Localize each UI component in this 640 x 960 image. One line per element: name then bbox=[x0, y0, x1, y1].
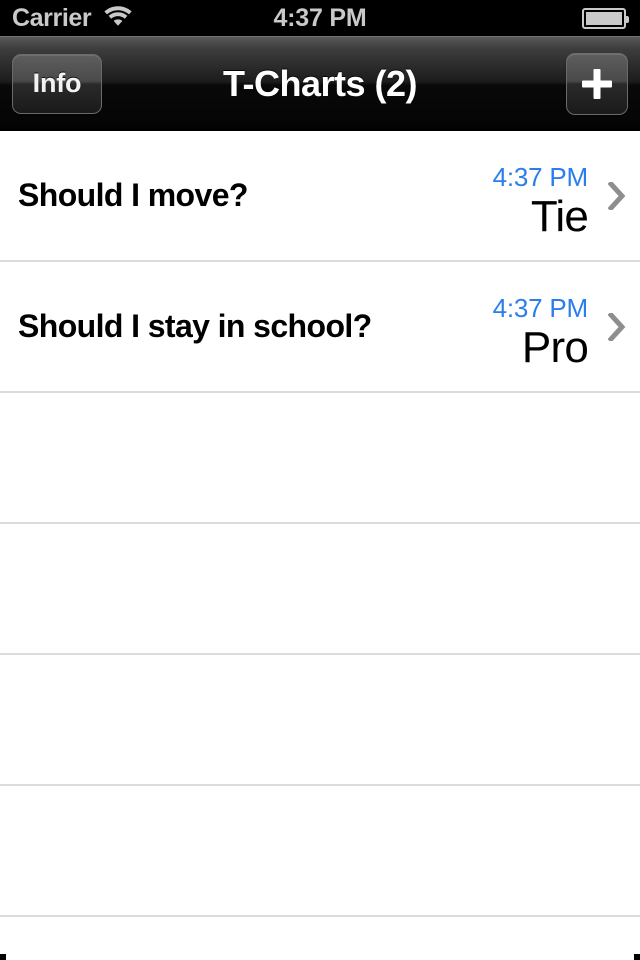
chart-title: Should I move? bbox=[18, 177, 248, 213]
empty-table-row bbox=[0, 786, 640, 917]
status-time: 4:37 PM bbox=[273, 3, 367, 32]
navigation-bar: Info T-Charts (2) bbox=[0, 36, 640, 131]
chart-result: Pro bbox=[521, 323, 589, 373]
chart-title: Should I stay in school? bbox=[18, 308, 372, 344]
app-screen: Carrier 4:37 PM Info T-Charts (2) Should… bbox=[0, 0, 640, 960]
chart-result: Tie bbox=[530, 192, 589, 242]
screen-corner-right bbox=[634, 954, 640, 960]
status-bar-right bbox=[582, 0, 629, 36]
plus-icon bbox=[582, 69, 612, 99]
info-button-label: Info bbox=[32, 68, 82, 98]
battery-fill bbox=[586, 11, 622, 25]
wifi-icon bbox=[103, 5, 133, 32]
carrier-label: Carrier bbox=[12, 3, 92, 32]
chevron-right-icon bbox=[608, 181, 626, 210]
add-chart-button[interactable] bbox=[566, 52, 628, 115]
status-bar-left: Carrier bbox=[0, 5, 133, 32]
status-bar: Carrier 4:37 PM bbox=[0, 0, 640, 36]
chart-timestamp: 4:37 PM bbox=[492, 162, 589, 193]
table-row[interactable]: Should I move? 4:37 PM Tie bbox=[0, 131, 640, 262]
info-button[interactable]: Info bbox=[12, 53, 102, 114]
empty-table-row bbox=[0, 524, 640, 655]
screen-corner-left bbox=[0, 954, 6, 960]
empty-table-row bbox=[0, 917, 640, 960]
empty-table-row bbox=[0, 393, 640, 524]
chart-timestamp: 4:37 PM bbox=[492, 293, 589, 324]
chevron-right-icon bbox=[608, 312, 626, 341]
battery-nub bbox=[626, 15, 629, 23]
empty-table-row bbox=[0, 655, 640, 786]
chart-list: Should I move? 4:37 PM Tie Should I stay… bbox=[0, 131, 640, 960]
battery-icon bbox=[582, 7, 629, 29]
table-row[interactable]: Should I stay in school? 4:37 PM Pro bbox=[0, 262, 640, 393]
